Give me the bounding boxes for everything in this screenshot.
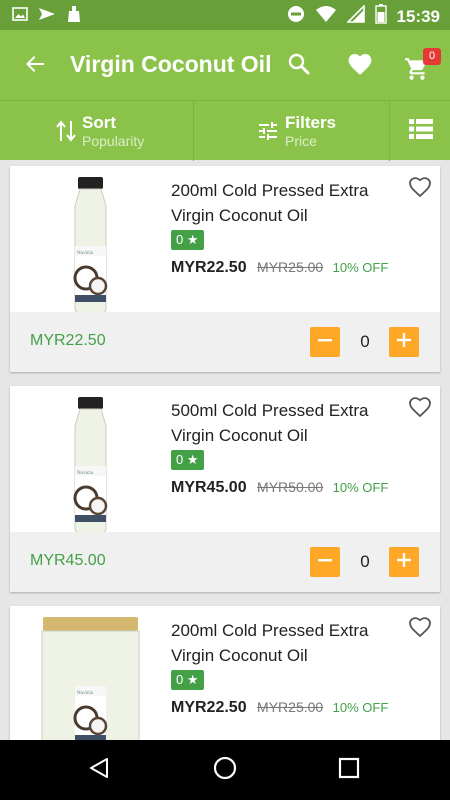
- svg-text:Novicia: Novicia: [77, 691, 94, 696]
- product-card[interactable]: Novicia 500ml Cold Pressed Extra Virgin …: [10, 386, 440, 592]
- filter-button[interactable]: Filters Price: [195, 101, 390, 161]
- discount-label: 10% OFF: [332, 480, 389, 495]
- signal-icon: [345, 4, 365, 28]
- wifi-icon: [315, 5, 337, 28]
- discount-label: 10% OFF: [332, 260, 389, 275]
- nav-back-icon: [87, 756, 111, 785]
- list-view-icon: [408, 118, 434, 145]
- cleaner-icon: [66, 5, 82, 28]
- cart-count-badge: 0: [423, 48, 441, 65]
- minus-icon: [316, 331, 334, 354]
- product-image[interactable]: Novicia: [28, 614, 153, 754]
- price-original: MYR25.00: [257, 699, 324, 715]
- plus-icon: [395, 331, 413, 354]
- heart-icon: [347, 52, 373, 81]
- price-current: MYR45.00: [171, 479, 247, 496]
- nav-home-icon: [212, 755, 238, 786]
- clock: 15:39: [396, 6, 440, 26]
- heart-outline-icon: [408, 397, 432, 422]
- plus-icon: [395, 551, 413, 574]
- sort-value: Popularity: [82, 133, 145, 149]
- product-name[interactable]: 500ml Cold Pressed Extra Virgin Coconut …: [171, 398, 401, 448]
- battery-icon: [374, 4, 387, 29]
- price-row: MYR22.50 MYR25.00 10% OFF: [171, 259, 388, 277]
- svg-text:Novicia: Novicia: [77, 251, 94, 256]
- wishlist-toggle[interactable]: [408, 176, 434, 200]
- product-name[interactable]: 200ml Cold Pressed Extra Virgin Coconut …: [171, 618, 401, 668]
- search-button[interactable]: [283, 50, 315, 82]
- heart-outline-icon: [408, 177, 432, 202]
- price-row: MYR45.00 MYR50.00 10% OFF: [171, 479, 388, 497]
- decrease-qty-button[interactable]: [310, 547, 340, 577]
- quantity-value: 0: [360, 552, 370, 571]
- price-row: MYR22.50 MYR25.00 10% OFF: [171, 699, 388, 717]
- product-name[interactable]: 200ml Cold Pressed Extra Virgin Coconut …: [171, 178, 401, 228]
- sort-filter-bar: Sort Popularity Filters Price: [0, 100, 450, 161]
- sort-label: Sort: [82, 113, 116, 132]
- price-original: MYR25.00: [257, 259, 324, 275]
- app-bar: Virgin Coconut Oil 0: [0, 30, 450, 100]
- product-info[interactable]: Novicia 200ml Cold Pressed Extra Virgin …: [10, 166, 440, 314]
- svg-text:Novicia: Novicia: [77, 471, 94, 476]
- nav-recents-button[interactable]: [334, 755, 364, 785]
- product-image[interactable]: Novicia: [28, 394, 153, 534]
- decrease-qty-button[interactable]: [310, 327, 340, 357]
- filter-icon: [256, 119, 280, 143]
- rating-badge: 0 ★: [171, 450, 204, 470]
- navigation-bar: [0, 740, 450, 800]
- increase-qty-button[interactable]: [389, 327, 419, 357]
- line-price: MYR22.50: [30, 332, 106, 349]
- wishlist-toggle[interactable]: [408, 396, 434, 420]
- quantity-value: 0: [360, 332, 370, 351]
- heart-outline-icon: [408, 617, 432, 642]
- gallery-icon: [12, 6, 28, 27]
- price-current: MYR22.50: [171, 259, 247, 276]
- product-info[interactable]: Novicia 500ml Cold Pressed Extra Virgin …: [10, 386, 440, 534]
- back-button[interactable]: [18, 50, 52, 82]
- product-image[interactable]: Novicia: [28, 174, 153, 314]
- nav-recents-icon: [338, 757, 360, 784]
- wishlist-toggle[interactable]: [408, 616, 434, 640]
- product-info[interactable]: Novicia 200ml Cold Pressed Extra Virgin …: [10, 606, 440, 754]
- status-bar: 15:39: [0, 0, 450, 30]
- page-title: Virgin Coconut Oil: [70, 51, 272, 77]
- cart-controls: MYR45.00 0: [10, 532, 440, 592]
- line-price: MYR45.00: [30, 552, 106, 569]
- minus-icon: [316, 551, 334, 574]
- nav-home-button[interactable]: [210, 755, 240, 785]
- sort-icon: [55, 119, 79, 143]
- product-card[interactable]: Novicia 200ml Cold Pressed Extra Virgin …: [10, 166, 440, 372]
- price-original: MYR50.00: [257, 479, 324, 495]
- filter-value: Price: [285, 133, 317, 149]
- wishlist-button[interactable]: [343, 50, 377, 82]
- cart-controls: MYR22.50 0: [10, 312, 440, 372]
- filter-label: Filters: [285, 113, 337, 132]
- sort-button[interactable]: Sort Popularity: [0, 101, 194, 161]
- cart-button[interactable]: 0: [403, 48, 441, 84]
- arrow-back-icon: [23, 52, 47, 81]
- search-icon: [287, 52, 311, 81]
- discount-label: 10% OFF: [332, 700, 389, 715]
- rating-badge: 0 ★: [171, 670, 204, 690]
- nav-back-button[interactable]: [84, 755, 114, 785]
- send-icon: [38, 6, 56, 27]
- view-toggle-button[interactable]: [391, 101, 450, 161]
- price-current: MYR22.50: [171, 699, 247, 716]
- rating-badge: 0 ★: [171, 230, 204, 250]
- increase-qty-button[interactable]: [389, 547, 419, 577]
- dnd-icon: [287, 5, 305, 28]
